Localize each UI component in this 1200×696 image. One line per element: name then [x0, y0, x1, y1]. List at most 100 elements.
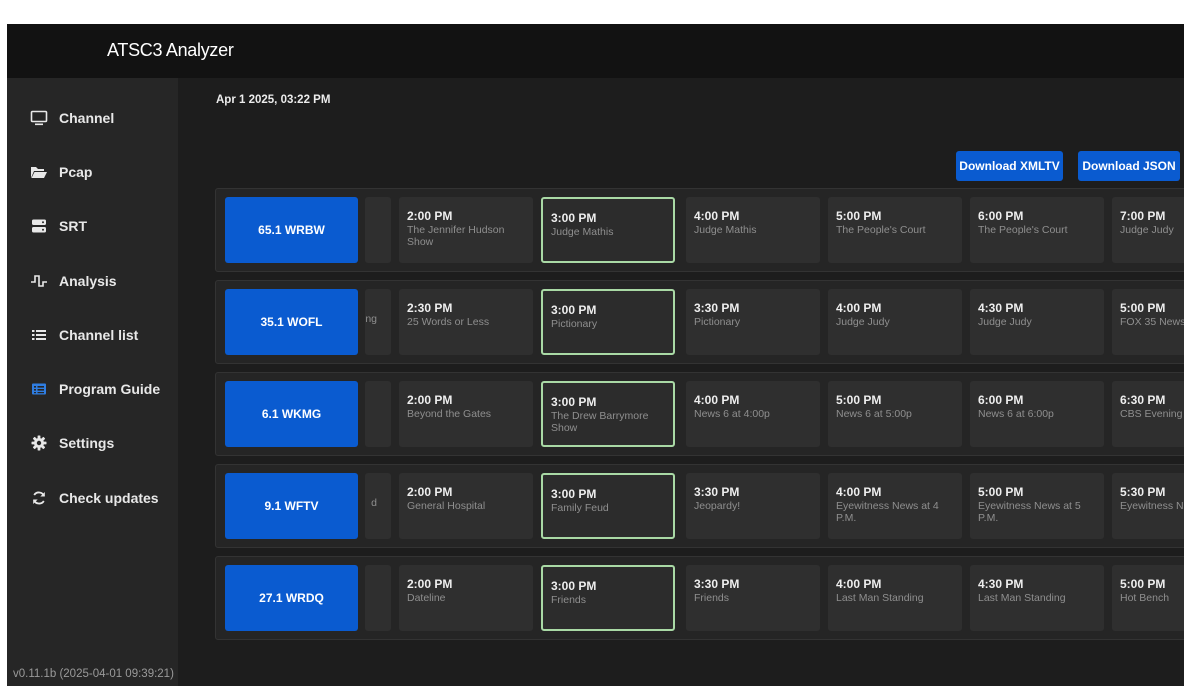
sidebar-item-settings[interactable]: Settings [7, 427, 178, 459]
program-cell[interactable]: 4:00 PM Judge Judy [828, 289, 962, 355]
program-cell[interactable]: 4:30 PM Last Man Standing [970, 565, 1104, 631]
program-title: FOX 35 News [1120, 316, 1184, 328]
program-cell[interactable]: 4:00 PM Last Man Standing [828, 565, 962, 631]
program-title: The Drew Barrymore Show [551, 410, 649, 434]
guide-row: 27.1 WRDQ 2:00 PM Dateline 3:00 PM Friends 3:… [215, 556, 1184, 640]
program-title: Last Man Standing [978, 592, 1066, 604]
program-cell[interactable]: 3:30 PM Pictionary [686, 289, 820, 355]
program-title: Eyewitness News at 5:30 P.M. [1120, 500, 1184, 512]
program-time: 3:00 PM [551, 487, 597, 501]
program-title: Pictionary [694, 316, 741, 328]
previous-program-cell[interactable] [365, 565, 391, 631]
sidebar-item-label: Program Guide [59, 381, 161, 397]
program-time: 4:00 PM [836, 485, 882, 499]
gear-icon [30, 434, 48, 452]
channel-button[interactable]: 9.1 WFTV [225, 473, 358, 539]
program-cell[interactable]: 3:30 PM Friends [686, 565, 820, 631]
program-cell[interactable]: 5:00 PM The People's Court [828, 197, 962, 263]
program-time: 3:30 PM [694, 485, 740, 499]
program-time: 4:30 PM [978, 301, 1024, 315]
guide-row: 35.1 WOFL ng 2:30 PM 25 Words or Less 3:00 P… [215, 280, 1184, 364]
previous-program-cell[interactable] [365, 197, 391, 263]
program-cell-current[interactable]: 3:00 PM Friends [541, 565, 675, 631]
program-title: Family Feud [551, 502, 609, 514]
program-title: The People's Court [978, 224, 1068, 236]
program-time: 5:00 PM [836, 393, 882, 407]
program-title: Eyewitness News at 4 P.M. [836, 500, 939, 524]
guide-row: 65.1 WRBW 2:00 PM The Jennifer Hudson Show… [215, 188, 1184, 272]
program-title: CBS Evening [1120, 408, 1183, 420]
program-title: The People's Court [836, 224, 926, 236]
program-cell-current[interactable]: 3:00 PM Judge Mathis [541, 197, 675, 263]
program-cell-current[interactable]: 3:00 PM Family Feud [541, 473, 675, 539]
folder-open-icon [30, 163, 48, 181]
program-cell[interactable]: 4:30 PM Judge Judy [970, 289, 1104, 355]
program-cell[interactable]: 5:00 PM Hot Bench [1112, 565, 1184, 631]
download-json-button[interactable]: Download JSON [1078, 151, 1180, 181]
program-title: Judge Judy [836, 316, 890, 328]
program-time: 7:00 PM [1120, 209, 1166, 223]
sidebar-item-channel-list[interactable]: Channel list [7, 319, 178, 351]
program-cell[interactable]: 6:00 PM News 6 at 6:00p [970, 381, 1104, 447]
sidebar-item-pcap[interactable]: Pcap [7, 156, 178, 188]
sidebar-item-srt[interactable]: SRT [7, 210, 178, 242]
program-time: 3:00 PM [551, 395, 597, 409]
program-cell[interactable]: 2:00 PM General Hospital [399, 473, 533, 539]
channel-button[interactable]: 65.1 WRBW [225, 197, 358, 263]
sidebar-item-label: Settings [59, 435, 115, 451]
program-title: Judge Judy [978, 316, 1032, 328]
sidebar-item-check-updates[interactable]: Check updates [7, 482, 178, 514]
sidebar-item-program-guide[interactable]: Program Guide [7, 373, 178, 405]
program-time: 3:00 PM [551, 211, 597, 225]
program-title: News 6 at 6:00p [978, 408, 1054, 420]
previous-program-cell[interactable]: ng [365, 289, 391, 355]
program-title: Dateline [407, 592, 446, 604]
sidebar-item-analysis[interactable]: Analysis [7, 265, 178, 297]
program-cell[interactable]: 6:00 PM The People's Court [970, 197, 1104, 263]
previous-program-cell[interactable]: d [365, 473, 391, 539]
program-cell[interactable]: 2:00 PM Dateline [399, 565, 533, 631]
program-cell[interactable]: 5:00 PM FOX 35 News [1112, 289, 1184, 355]
previous-program-cell[interactable] [365, 381, 391, 447]
program-cell[interactable]: 2:00 PM Beyond the Gates [399, 381, 533, 447]
program-cell[interactable]: 5:00 PM Eyewitness News at 5 P.M. [970, 473, 1104, 539]
program-title: Jeopardy! [694, 500, 741, 512]
program-time: 4:30 PM [978, 577, 1024, 591]
sidebar-item-label: SRT [59, 218, 87, 234]
program-time: 5:00 PM [1120, 577, 1166, 591]
channel-button[interactable]: 35.1 WOFL [225, 289, 358, 355]
program-cell[interactable]: 2:30 PM 25 Words or Less [399, 289, 533, 355]
program-title: 25 Words or Less [407, 316, 490, 328]
program-cell-current[interactable]: 3:00 PM Pictionary [541, 289, 675, 355]
program-cell[interactable]: 6:30 PM CBS Evening [1112, 381, 1184, 447]
sidebar-item-label: Channel [59, 110, 115, 126]
program-title: Judge Mathis [694, 224, 757, 236]
program-title: Hot Bench [1120, 592, 1170, 604]
program-cell[interactable]: 7:00 PM Judge Judy [1112, 197, 1184, 263]
top-bar: ATSC3 Analyzer [7, 24, 1184, 78]
channel-button[interactable]: 6.1 WKMG [225, 381, 358, 447]
program-cell[interactable]: 5:00 PM News 6 at 5:00p [828, 381, 962, 447]
sidebar-item-channel[interactable]: Channel [7, 102, 178, 134]
program-cell[interactable]: 4:00 PM News 6 at 4:00p [686, 381, 820, 447]
program-title: Eyewitness News at 5 P.M. [978, 500, 1081, 524]
program-time: 4:00 PM [836, 301, 882, 315]
program-title: Pictionary [551, 318, 598, 330]
program-title: News 6 at 4:00p [694, 408, 770, 420]
channel-button[interactable]: 27.1 WRDQ [225, 565, 358, 631]
pulse-icon [30, 272, 48, 290]
program-cell[interactable]: 5:30 PMEyewitness News at 5:30 P.M. [1112, 473, 1184, 539]
program-time: 3:30 PM [694, 301, 740, 315]
program-time: 6:00 PM [978, 393, 1024, 407]
program-time: 3:00 PM [551, 579, 597, 593]
program-title: The Jennifer Hudson Show [407, 224, 505, 248]
program-cell[interactable]: 4:00 PM Eyewitness News at 4 P.M. [828, 473, 962, 539]
program-cell[interactable]: 3:30 PM Jeopardy! [686, 473, 820, 539]
download-xmltv-button[interactable]: Download XMLTV [956, 151, 1063, 181]
program-time: 6:30 PM [1120, 393, 1166, 407]
program-cell-current[interactable]: 3:00 PM The Drew Barrymore Show [541, 381, 675, 447]
program-cell[interactable]: 2:00 PM The Jennifer Hudson Show [399, 197, 533, 263]
program-title: Friends [551, 594, 587, 606]
previous-program-title: ng [365, 313, 377, 325]
program-cell[interactable]: 4:00 PM Judge Mathis [686, 197, 820, 263]
